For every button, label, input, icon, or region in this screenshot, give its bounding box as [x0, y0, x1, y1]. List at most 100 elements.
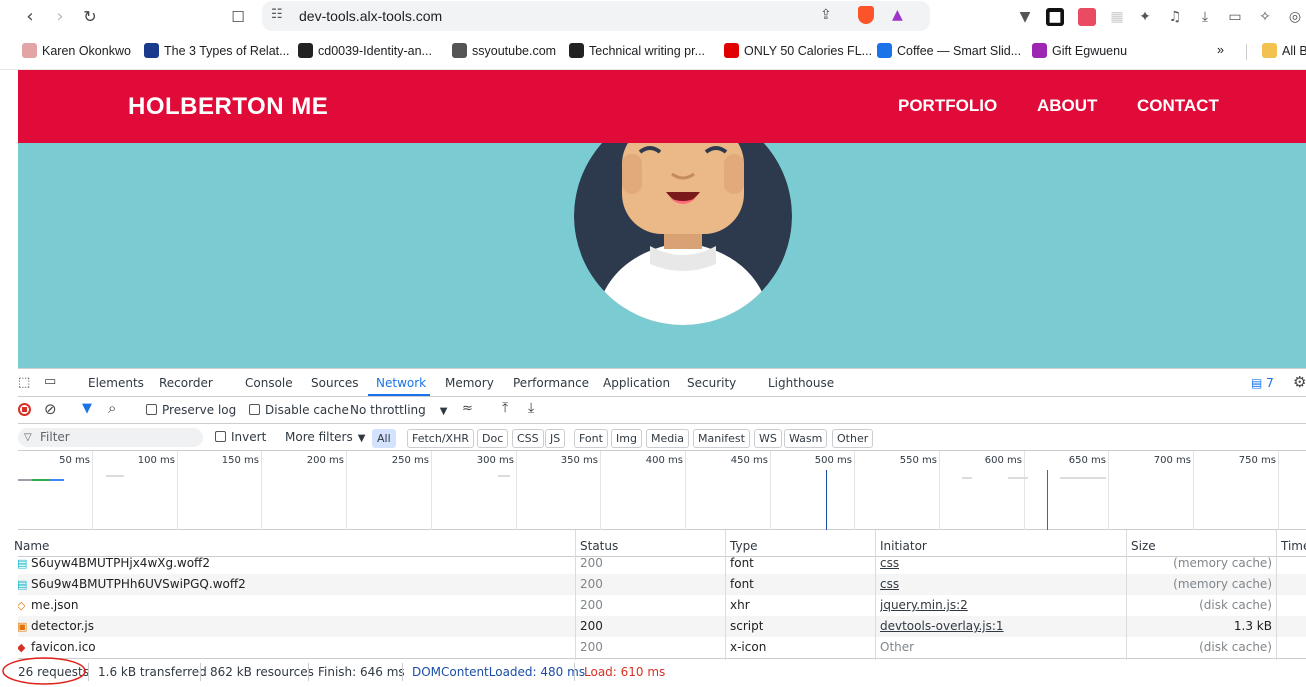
initiator-cell[interactable]: css — [880, 557, 899, 574]
filter-chip-font[interactable]: Font — [574, 429, 608, 448]
filter-chip-other[interactable]: Other — [832, 429, 874, 448]
size-cell: (memory cache) — [1173, 577, 1272, 591]
load-time: Load: 610 ms — [584, 665, 666, 679]
tab-console[interactable]: Console — [245, 376, 293, 390]
site-info-icon[interactable]: ☷ — [271, 7, 283, 22]
brave-rewards-icon[interactable]: ▲ — [892, 7, 903, 23]
filter-chip-all[interactable]: All — [372, 429, 396, 448]
filter-chip-js[interactable]: JS — [545, 429, 566, 448]
more-filters-label: More filters — [285, 430, 353, 444]
filter-chip-wasm[interactable]: Wasm — [784, 429, 828, 448]
tab-memory[interactable]: Memory — [445, 376, 494, 390]
nav-portfolio-link[interactable]: PORTFOLIO — [898, 96, 997, 116]
filter-funnel-icon[interactable]: ▼ — [82, 401, 92, 416]
back-icon[interactable]: ‹ — [18, 6, 42, 28]
bookmark-item[interactable]: ssyoutube.com — [452, 43, 556, 61]
wallet-icon[interactable]: ▭ — [1226, 8, 1244, 26]
filter-chip-img[interactable]: Img — [611, 429, 642, 448]
download-icon[interactable]: ⤓ — [1196, 8, 1214, 26]
brave-shield-icon[interactable] — [858, 6, 874, 24]
chevron-down-icon: ▼ — [357, 433, 366, 444]
tab-application[interactable]: Application — [603, 376, 670, 390]
column-header-initiator[interactable]: Initiator — [880, 539, 927, 553]
column-header-name[interactable]: Name — [14, 539, 49, 553]
record-stop-icon[interactable] — [18, 403, 31, 416]
all-bookmarks-folder[interactable]: All B — [1262, 43, 1306, 61]
timeline-gridline — [685, 451, 686, 530]
reload-icon[interactable]: ↻ — [78, 6, 102, 28]
address-bar[interactable]: ☷ dev-tools.alx-tools.com ⇪ ▲ — [262, 1, 930, 31]
tab-sources[interactable]: Sources — [311, 376, 358, 390]
tab-elements[interactable]: Elements — [88, 376, 144, 390]
filter-chip-css[interactable]: CSS — [512, 429, 544, 448]
filter-chip-manifest[interactable]: Manifest — [693, 429, 750, 448]
search-icon[interactable]: ⌕ — [108, 399, 116, 417]
network-request-row[interactable]: ▤ S6uyw4BMUTPHjx4wXg.woff2 200 font css (memo… — [18, 557, 1306, 574]
bookmark-item[interactable]: Karen Okonkwo — [22, 43, 131, 61]
extension-icon[interactable]: ■ — [1046, 8, 1064, 26]
bookmarks-overflow-button[interactable]: » — [1217, 43, 1224, 61]
extension-icon[interactable]: ▦ — [1108, 8, 1126, 26]
network-request-row[interactable]: ▣ detector.js 200 script devtools-overlay.js… — [18, 616, 1306, 637]
initiator-cell[interactable]: css — [880, 574, 899, 595]
column-header-type[interactable]: Type — [730, 539, 758, 553]
type-cell: xhr — [730, 598, 750, 612]
nav-contact-link[interactable]: CONTACT — [1137, 96, 1219, 116]
network-request-row[interactable]: ◆ favicon.ico 200 x-icon Other (disk cache) — [18, 637, 1306, 658]
bookmark-item[interactable]: The 3 Types of Relat... — [144, 43, 290, 61]
filter-chip-media[interactable]: Media — [646, 429, 690, 448]
timeline-request-bar — [1060, 477, 1106, 479]
tab-security[interactable]: Security — [687, 376, 736, 390]
bookmark-item[interactable]: Coffee — Smart Slid... — [877, 43, 1021, 61]
network-request-row[interactable]: ▤ S6u9w4BMUTPHh6UVSwiPGQ.woff2 200 font css (… — [18, 574, 1306, 595]
timeline-gridline — [1108, 451, 1109, 530]
tab-performance[interactable]: Performance — [513, 376, 589, 390]
filter-chip-ws[interactable]: WS — [754, 429, 782, 448]
inspect-element-icon[interactable]: ⬚ — [18, 375, 30, 390]
import-har-icon[interactable]: ⤒ — [502, 400, 508, 416]
more-filters-dropdown[interactable]: More filters ▼ — [285, 430, 365, 444]
grid-icon — [144, 43, 159, 58]
initiator-cell[interactable]: devtools-overlay.js:1 — [880, 616, 1004, 637]
vpn-icon[interactable]: ▼ — [1016, 8, 1034, 26]
tab-recorder[interactable]: Recorder — [159, 376, 213, 390]
tab-lighthouse[interactable]: Lighthouse — [768, 376, 834, 390]
profile-icon[interactable]: ◎ — [1286, 8, 1304, 26]
leo-icon[interactable]: ✧ — [1256, 8, 1274, 26]
nav-about-link[interactable]: ABOUT — [1037, 96, 1097, 116]
filter-chip-doc[interactable]: Doc — [477, 429, 509, 448]
throttling-select[interactable]: No throttling ▼ — [350, 403, 447, 417]
bookmark-icon[interactable]: ☐ — [226, 6, 250, 28]
column-header-status[interactable]: Status — [580, 539, 618, 553]
bookmark-item[interactable]: cd0039-Identity-an... — [298, 43, 432, 61]
timeline-request-bar — [32, 479, 50, 481]
tab-network[interactable]: Network — [376, 376, 426, 390]
url-text[interactable]: dev-tools.alx-tools.com — [299, 8, 442, 24]
column-header-size[interactable]: Size — [1131, 539, 1156, 553]
invert-checkbox[interactable]: Invert — [215, 430, 266, 444]
bookmark-item[interactable]: Technical writing pr... — [569, 43, 705, 61]
column-header-time[interactable]: Time — [1281, 539, 1306, 553]
music-icon[interactable]: ♫ — [1166, 8, 1184, 26]
initiator-cell[interactable]: jquery.min.js:2 — [880, 595, 968, 616]
filter-input[interactable]: ▽ Filter — [18, 428, 203, 447]
bookmark-item[interactable]: Gift Egwuenu — [1032, 43, 1127, 61]
share-icon[interactable]: ⇪ — [820, 7, 832, 23]
disable-cache-checkbox[interactable]: Disable cache — [249, 403, 349, 417]
issues-badge[interactable]: ▤ 7 — [1251, 376, 1274, 390]
forward-icon[interactable]: › — [48, 6, 72, 28]
network-request-row[interactable]: ◇ me.json 200 xhr jquery.min.js:2 (disk cache… — [18, 595, 1306, 616]
puzzle-icon[interactable]: ✦ — [1136, 8, 1154, 26]
filter-chip-fetchxhr[interactable]: Fetch/XHR — [407, 429, 474, 448]
site-logo[interactable]: HOLBERTON ME — [128, 93, 328, 121]
settings-gear-icon[interactable]: ⚙ — [1293, 373, 1306, 391]
clear-icon[interactable]: ⊘ — [44, 400, 57, 418]
extension-icon[interactable] — [1078, 8, 1096, 26]
network-overview-timeline[interactable]: 50 ms 100 ms 150 ms 200 ms 250 ms 300 ms 350 m… — [18, 451, 1306, 530]
export-har-icon[interactable]: ⤓ — [528, 400, 534, 416]
preserve-log-checkbox[interactable]: Preserve log — [146, 403, 236, 417]
device-toolbar-icon[interactable]: ▭ — [44, 374, 56, 389]
network-conditions-icon[interactable]: ≈ — [462, 401, 473, 416]
type-cell: font — [730, 577, 754, 591]
bookmark-item[interactable]: ONLY 50 Calories FL... — [724, 43, 872, 61]
